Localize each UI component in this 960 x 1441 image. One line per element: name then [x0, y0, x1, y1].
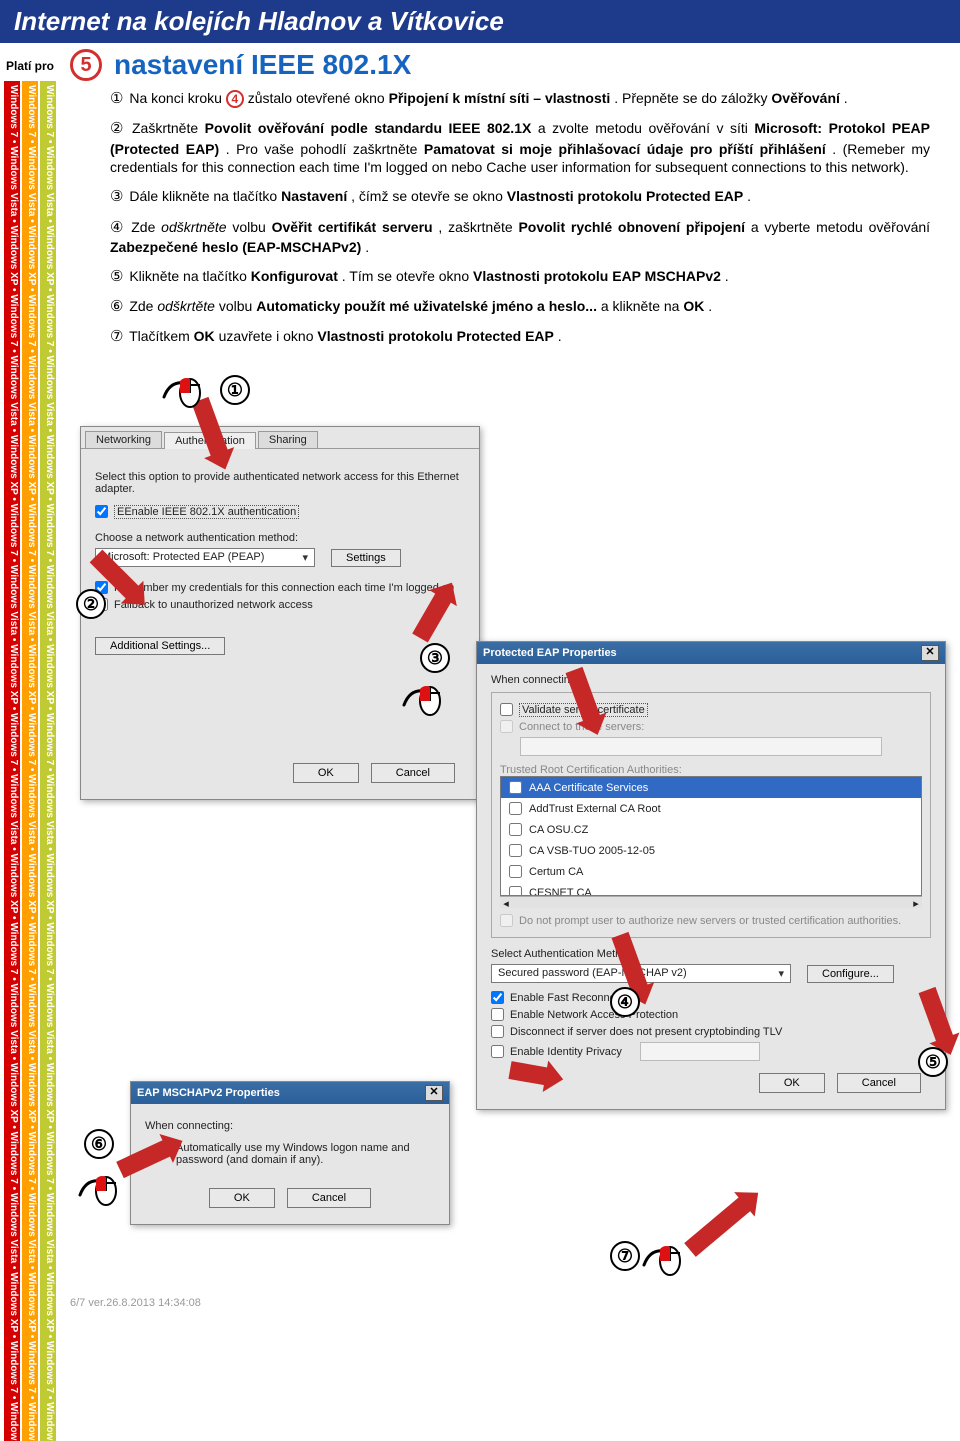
chk-disconnect-crypto[interactable]	[491, 1025, 504, 1038]
applies-to-label: Platí pro	[6, 59, 54, 73]
btn-ok-mschap[interactable]: OK	[209, 1188, 275, 1208]
btn-cancel-mschap[interactable]: Cancel	[287, 1188, 371, 1208]
callout-7: ⑦	[610, 1241, 640, 1271]
instructions: ① Na konci kroku 4 zůstalo otevřené okno…	[70, 81, 944, 367]
num-3: ③	[110, 187, 123, 207]
auth-hint: Select this option to provide authentica…	[95, 471, 465, 495]
btn-ok-auth[interactable]: OK	[293, 763, 359, 783]
btn-settings[interactable]: Settings	[331, 549, 401, 567]
btn-cancel-auth[interactable]: Cancel	[371, 763, 455, 783]
num-4: ④	[110, 218, 123, 238]
tab-networking[interactable]: Networking	[85, 431, 162, 448]
peap-when: When connecting:	[491, 674, 931, 686]
input-servers	[520, 737, 882, 756]
mouse-icon	[76, 1171, 122, 1211]
input-identity	[640, 1042, 760, 1061]
label-auth-method: Select Authentication Method:	[491, 948, 931, 960]
btn-ok-peap[interactable]: OK	[759, 1073, 825, 1093]
arrow-7	[684, 1195, 753, 1257]
mouse-icon	[640, 1241, 686, 1281]
chk-identity-privacy[interactable]	[491, 1045, 504, 1058]
chk-validate-cert[interactable]	[500, 703, 513, 716]
num-1: ①	[110, 89, 123, 109]
step-title: nastavení IEEE 802.1X	[114, 49, 411, 81]
dialog-peap: Protected EAP Properties ✕ When connecti…	[476, 641, 946, 1110]
num-2: ②	[110, 119, 123, 139]
label-root-ca: Trusted Root Certification Authorities:	[500, 764, 922, 776]
strip-vista: Windows 7 • Windows Vista • Windows XP •…	[22, 81, 38, 1441]
close-icon[interactable]: ✕	[921, 645, 939, 661]
mschap-when: When connecting:	[145, 1120, 435, 1132]
strip-windows7: Windows 7 • Windows Vista • Windows XP •…	[4, 81, 20, 1441]
chk-connect-servers	[500, 720, 513, 733]
os-strip: Windows 7 • Windows Vista • Windows XP •…	[4, 81, 56, 1441]
num-6: ⑥	[110, 297, 123, 317]
callout-1: ①	[220, 375, 250, 405]
chevron-down-icon: ▾	[778, 967, 784, 980]
callout-6: ⑥	[84, 1129, 114, 1159]
chevron-down-icon: ▾	[302, 551, 308, 564]
ref-step-4: 4	[226, 90, 244, 108]
page-header: Internet na kolejích Hladnov a Vítkovice	[0, 0, 960, 43]
mouse-icon	[400, 681, 446, 721]
strip-xp: Windows 7 • Windows Vista • Windows XP •…	[40, 81, 56, 1441]
footer-meta: 6/7 ver.26.8.2013 14:34:08	[70, 1297, 944, 1309]
dialog-auth: Networking Authentication Sharing Select…	[80, 426, 480, 800]
label-method: Choose a network authentication method:	[95, 532, 465, 544]
btn-additional[interactable]: Additional Settings...	[95, 637, 225, 655]
tab-sharing[interactable]: Sharing	[258, 431, 318, 448]
screenshots-area: Networking Authentication Sharing Select…	[70, 371, 944, 1291]
chk-fast-reconnect[interactable]	[491, 991, 504, 1004]
listbox-cas[interactable]: AAA Certificate Services AddTrust Extern…	[500, 776, 922, 896]
btn-configure[interactable]: Configure...	[807, 965, 894, 983]
num-5: ⑤	[110, 267, 123, 287]
mouse-icon	[160, 373, 206, 413]
select-method[interactable]: Microsoft: Protected EAP (PEAP)▾	[95, 548, 315, 567]
chk-enable-8021x[interactable]	[95, 505, 108, 518]
mschap-title: EAP MSCHAPv2 Properties	[137, 1087, 280, 1099]
btn-cancel-peap[interactable]: Cancel	[837, 1073, 921, 1093]
close-icon[interactable]: ✕	[425, 1085, 443, 1101]
num-7: ⑦	[110, 327, 123, 347]
chk-noprompt	[500, 914, 513, 927]
step-badge: 5	[70, 49, 102, 81]
peap-title: Protected EAP Properties	[483, 647, 617, 659]
chk-nap[interactable]	[491, 1008, 504, 1021]
